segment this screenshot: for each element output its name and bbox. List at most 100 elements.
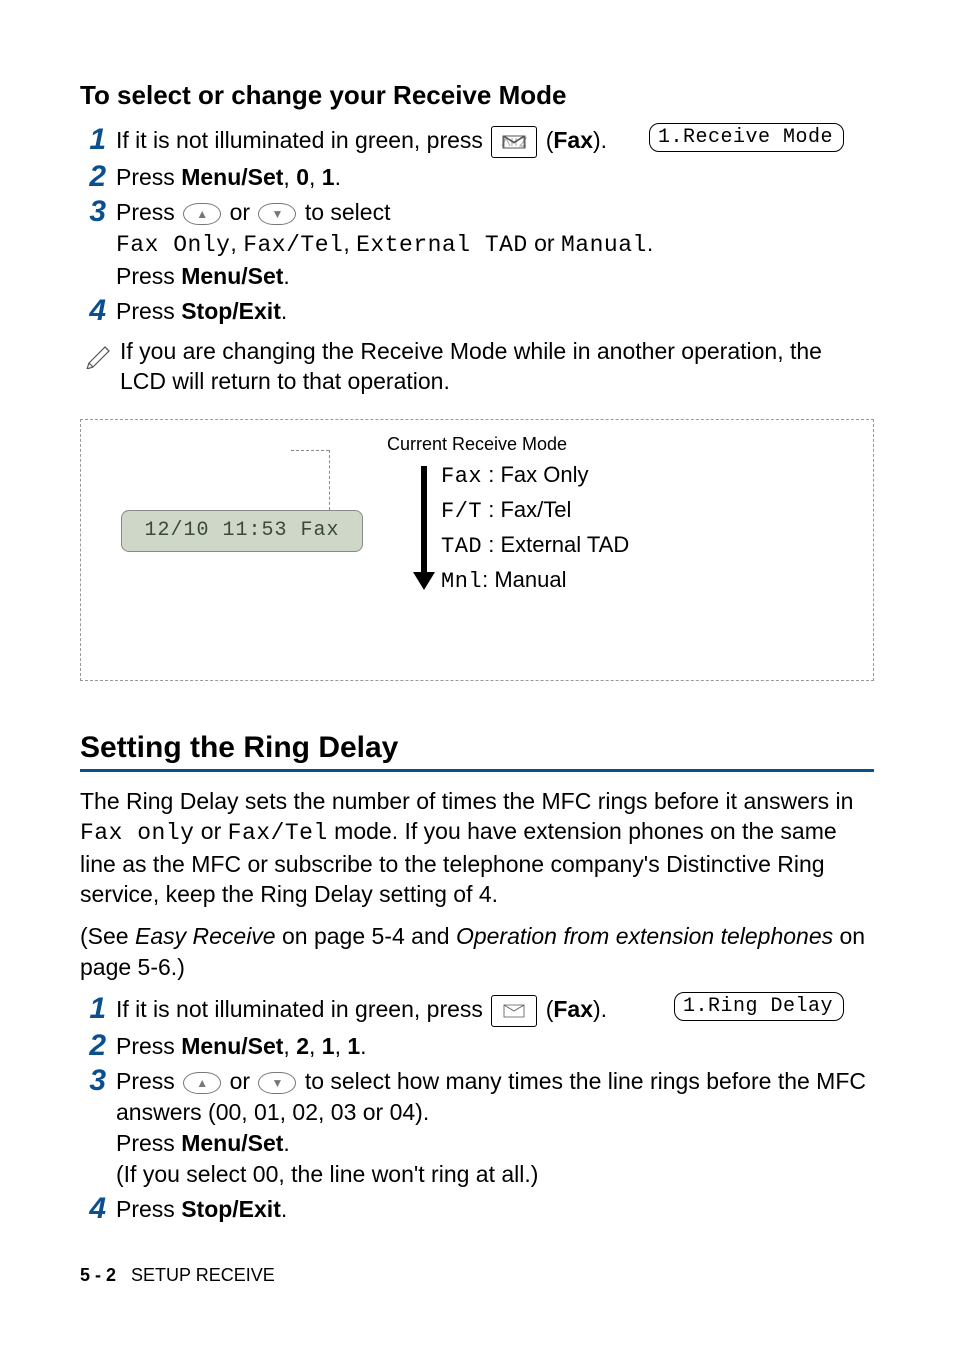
text: 1: [322, 1033, 335, 1059]
text: ,: [283, 164, 296, 190]
down-button-icon: ▼: [258, 203, 296, 225]
mode-row: Fax : Fax Only: [441, 458, 629, 493]
text-line: (If you select 00, the line won't ring a…: [116, 1159, 874, 1190]
text: .: [281, 298, 287, 324]
step-number: 3: [80, 1066, 116, 1096]
text: Press: [116, 1196, 181, 1222]
text: .: [335, 164, 341, 190]
mode-label: Fax Only: [500, 462, 588, 487]
text: The Ring Delay sets the number of times …: [80, 788, 853, 814]
mode-option: Fax/Tel: [243, 232, 343, 258]
text: Stop/Exit: [181, 1196, 281, 1222]
text: Menu/Set: [181, 1033, 283, 1059]
text: .: [281, 1196, 287, 1222]
text: Press: [116, 1130, 181, 1156]
cross-reference: Easy Receive: [135, 923, 276, 949]
step-text: If it is not illuminated in green, press: [116, 125, 649, 158]
text: .: [647, 230, 653, 256]
arrow-down-icon: [421, 466, 427, 576]
step-text: If it is not illuminated in green, press…: [116, 994, 674, 1027]
steps-receive-mode: 1.Receive Mode 1 If it is not illuminate…: [80, 125, 874, 327]
text: Press: [116, 1068, 181, 1094]
text: If it is not illuminated in green, press: [116, 127, 489, 153]
text: ,: [309, 1033, 322, 1059]
text: on page 5-4 and: [276, 923, 456, 949]
mode-row: Mnl: Manual: [441, 563, 629, 598]
step-text: Press Stop/Exit.: [116, 1194, 874, 1225]
step-4: 4 Press Stop/Exit.: [80, 1194, 874, 1225]
step-text: Press Menu/Set, 2, 1, 1.: [116, 1031, 874, 1062]
text: 1: [347, 1033, 360, 1059]
up-button-icon: ▲: [183, 203, 221, 225]
mode-label: External TAD: [500, 532, 629, 557]
mode-option: Manual: [561, 232, 647, 258]
section-title-receive-mode: To select or change your Receive Mode: [80, 80, 874, 111]
text: .: [283, 263, 289, 289]
text: ).: [593, 996, 607, 1022]
text: Menu/Set: [181, 263, 283, 289]
text: Press: [116, 263, 181, 289]
text: 1: [322, 164, 335, 190]
receive-mode-diagram: Current Receive Mode 12/10 11:53 Fax Fax…: [80, 419, 874, 681]
text: ,: [309, 164, 322, 190]
heading-rule: [80, 769, 874, 772]
step-text: Press Stop/Exit.: [116, 296, 874, 327]
document-page: To select or change your Receive Mode 1.…: [0, 0, 954, 1346]
text: ,: [283, 1033, 296, 1059]
note-text: If you are changing the Receive Mode whi…: [120, 337, 874, 397]
text: Press: [116, 1033, 181, 1059]
text: Press: [116, 164, 181, 190]
text: or: [528, 230, 561, 256]
mode-code: TAD: [441, 534, 482, 559]
step-number: 1: [80, 994, 116, 1024]
step-number: 2: [80, 162, 116, 192]
step-number: 1: [80, 125, 116, 155]
mode-label: Manual: [494, 567, 566, 592]
text: or: [230, 1068, 257, 1094]
text: Fax only: [80, 820, 194, 846]
leader-line: [291, 450, 329, 451]
mode-label: Fax/Tel: [500, 497, 571, 522]
step-number: 3: [80, 197, 116, 227]
text: Menu/Set: [181, 164, 283, 190]
mode-row: F/T : Fax/Tel: [441, 493, 629, 528]
page-number: 5 - 2: [80, 1265, 116, 1285]
fax-label: Fax: [553, 127, 593, 153]
text: .: [360, 1033, 366, 1059]
cross-reference: Operation from extension telephones: [456, 923, 833, 949]
text: If it is not illuminated in green, press: [116, 996, 489, 1022]
modes-list: Fax : Fax Only F/T : Fax/Tel TAD : Exter…: [441, 458, 629, 598]
fax-button-icon: [491, 126, 537, 158]
text: Press: [116, 298, 181, 324]
text: to select how many times the line rings …: [116, 1068, 866, 1125]
text: Fax/Tel: [228, 820, 328, 846]
text: 0: [296, 164, 309, 190]
text: .: [283, 1130, 289, 1156]
leader-line: [329, 450, 330, 510]
fax-button-icon: [491, 995, 537, 1027]
step-1: 1 If it is not illuminated in green, pre…: [80, 994, 674, 1027]
step-number: 4: [80, 1194, 116, 1224]
down-button-icon: ▼: [258, 1072, 296, 1094]
paragraph: The Ring Delay sets the number of times …: [80, 786, 874, 909]
fax-icon: [500, 132, 528, 152]
text: ,: [230, 230, 243, 256]
text: Menu/Set: [181, 1130, 283, 1156]
text: or: [194, 818, 227, 844]
page-footer: 5 - 2 SETUP RECEIVE: [80, 1265, 874, 1286]
fax-label: Fax: [553, 996, 593, 1022]
mode-code: Mnl: [441, 569, 482, 594]
step-4: 4 Press Stop/Exit.: [80, 296, 874, 327]
footer-label: SETUP RECEIVE: [131, 1265, 275, 1285]
text-line: Fax Only, Fax/Tel, External TAD or Manua…: [116, 228, 874, 261]
text: Press: [116, 199, 181, 225]
text-line: Press Menu/Set.: [116, 1128, 874, 1159]
step-1: 1 If it is not illuminated in green, pre…: [80, 125, 649, 158]
text: to select: [305, 199, 391, 225]
lcd-display: 12/10 11:53 Fax: [121, 510, 363, 552]
text: ).: [593, 127, 607, 153]
step-text: Press ▲ or ▼ to select how many times th…: [116, 1066, 874, 1190]
section-title-ring-delay: Setting the Ring Delay: [80, 731, 874, 765]
text: 2: [296, 1033, 309, 1059]
mode-code: F/T: [441, 499, 482, 524]
